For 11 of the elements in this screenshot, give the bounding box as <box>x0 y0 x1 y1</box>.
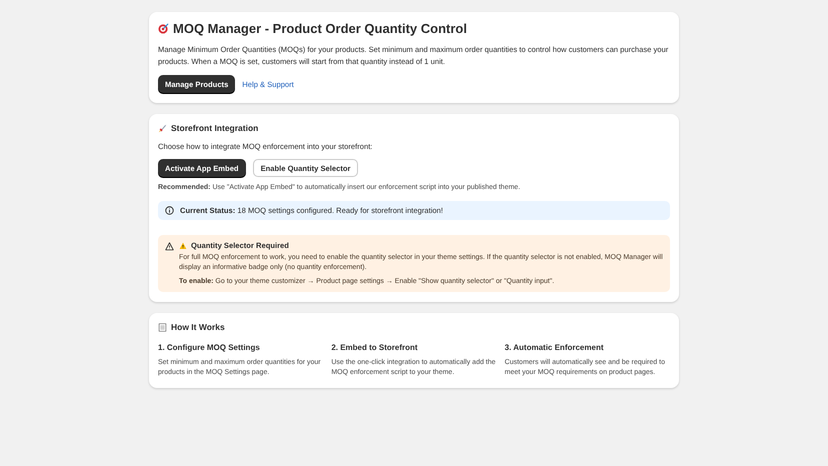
warning-icon <box>165 242 174 251</box>
section-title: How It Works <box>171 322 225 332</box>
target-icon <box>158 23 169 34</box>
warning-icon <box>179 242 187 250</box>
clipboard-icon <box>158 322 167 332</box>
page-title: MOQ Manager - Product Order Quantity Control <box>173 21 467 36</box>
step-title: 3. Automatic Enforcement <box>504 343 604 352</box>
section-title: Storefront Integration <box>171 123 258 133</box>
step-title: 2. Embed to Storefront <box>331 343 419 352</box>
step-title: 1. Configure MOQ Settings <box>158 343 261 352</box>
info-icon <box>165 206 174 215</box>
